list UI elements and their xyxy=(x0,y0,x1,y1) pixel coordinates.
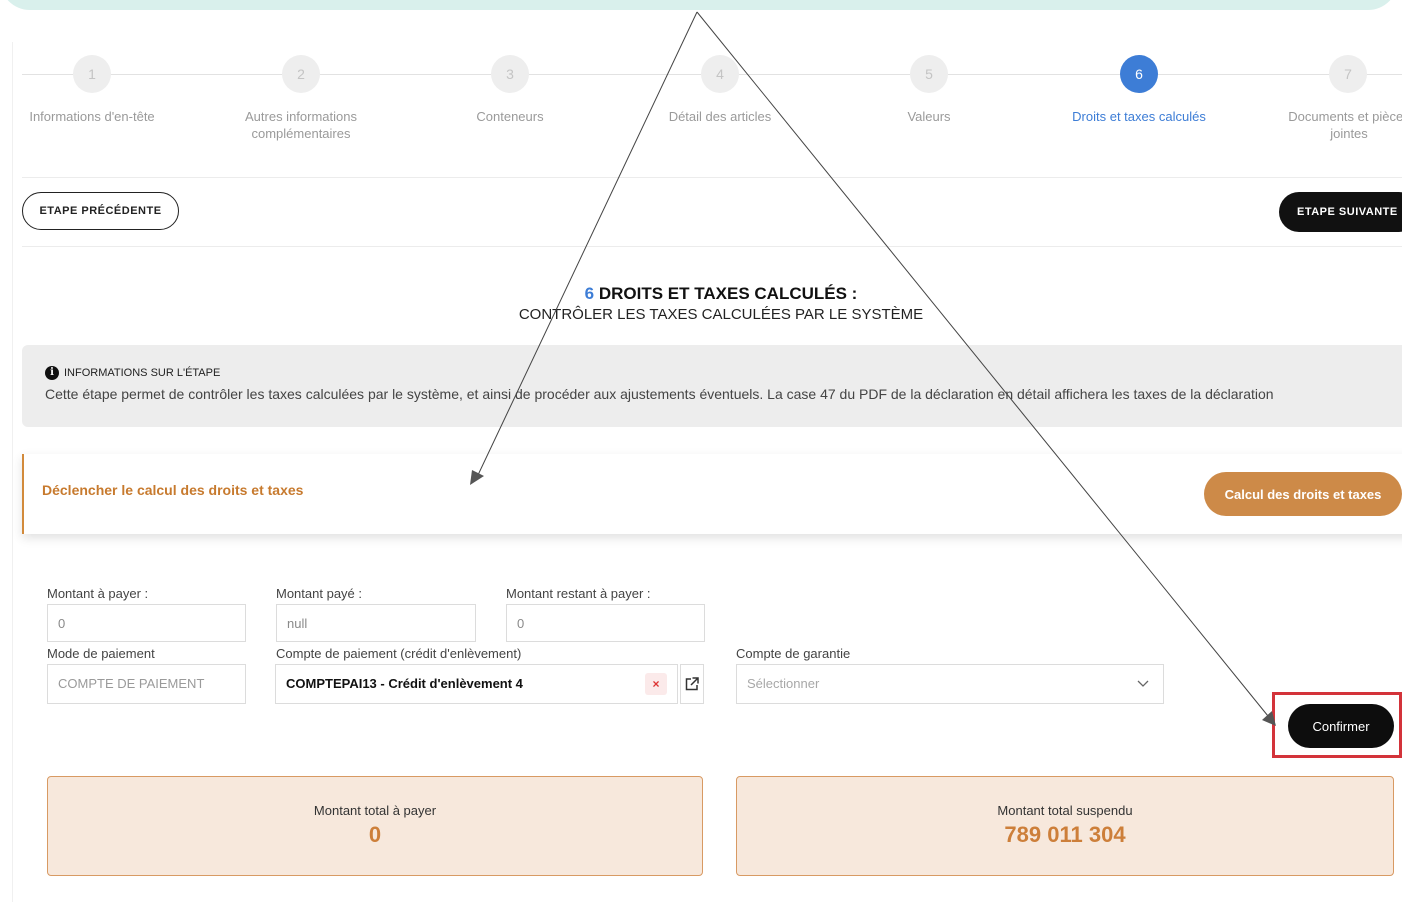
payment-account-label: Compte de paiement (crédit d'enlèvement) xyxy=(276,646,522,661)
step-number-badge: 6 xyxy=(584,284,595,303)
next-step-button[interactable]: ETAPE SUIVANTE xyxy=(1279,192,1402,232)
step-number: 2 xyxy=(282,55,320,93)
payment-account-value: COMPTEPAI13 - Crédit d'enlèvement 4 xyxy=(286,676,523,691)
step-6[interactable]: 6 Droits et taxes calculés xyxy=(1039,55,1239,125)
total-suspended-value: 789 011 304 xyxy=(1004,822,1126,847)
step-label: Autres informations complémentaires xyxy=(245,109,357,141)
previous-step-button[interactable]: ETAPE PRÉCÉDENTE xyxy=(22,192,179,230)
step-number: 1 xyxy=(73,55,111,93)
step-number: 7 xyxy=(1329,55,1367,93)
chevron-down-icon xyxy=(1137,665,1149,718)
step-5[interactable]: 5 Valeurs xyxy=(829,55,1029,125)
calculation-trigger-panel: Déclencher le calcul des droits et taxes… xyxy=(22,454,1402,534)
step-number: 4 xyxy=(701,55,739,93)
step-3[interactable]: 3 Conteneurs xyxy=(410,55,610,125)
step-label: Droits et taxes calculés xyxy=(1072,109,1206,124)
title-text: DROITS ET TAXES CALCULÉS : xyxy=(598,284,858,303)
remaining-amount-input[interactable]: 0 xyxy=(506,604,705,642)
info-heading-text: INFORMATIONS SUR L'ÉTAPE xyxy=(64,367,221,379)
step-number: 3 xyxy=(491,55,529,93)
info-heading: i INFORMATIONS SUR L'ÉTAPE xyxy=(45,366,220,380)
amount-paid-input[interactable]: null xyxy=(276,604,476,642)
page-title: 6 DROITS ET TAXES CALCULÉS : xyxy=(0,284,1402,304)
info-icon: i xyxy=(45,366,59,380)
payment-mode-label: Mode de paiement xyxy=(47,646,155,661)
payment-mode-input[interactable]: COMPTE DE PAIEMENT xyxy=(47,664,246,704)
amount-paid-label: Montant payé : xyxy=(276,586,362,601)
step-label: Informations d'en-tête xyxy=(29,109,155,124)
divider xyxy=(22,246,1402,247)
step-2[interactable]: 2 Autres informations complémentaires xyxy=(201,55,401,142)
amount-to-pay-label: Montant à payer : xyxy=(47,586,149,601)
total-to-pay-card: Montant total à payer 0 xyxy=(47,776,703,876)
payment-account-select[interactable]: COMPTEPAI13 - Crédit d'enlèvement 4 × xyxy=(275,664,678,704)
trigger-label: Déclencher le calcul des droits et taxes xyxy=(42,482,304,498)
total-suspended-label: Montant total suspendu xyxy=(997,803,1133,818)
step-label: Documents et pièces jointes xyxy=(1288,109,1402,141)
step-label: Détail des articles xyxy=(668,109,772,124)
total-to-pay-value: 0 xyxy=(368,822,382,847)
guarantee-account-label: Compte de garantie xyxy=(736,646,851,661)
step-number: 5 xyxy=(910,55,948,93)
total-suspended-card: Montant total suspendu 789 011 304 xyxy=(736,776,1394,876)
step-label: Conteneurs xyxy=(476,109,544,124)
remaining-amount-label: Montant restant à payer : xyxy=(506,586,651,601)
step-info-box: i INFORMATIONS SUR L'ÉTAPE Cette étape p… xyxy=(22,345,1402,427)
amount-to-pay-input[interactable]: 0 xyxy=(47,604,246,642)
step-label: Valeurs xyxy=(907,109,951,124)
top-banner xyxy=(0,0,1398,10)
step-4[interactable]: 4 Détail des articles xyxy=(620,55,820,125)
confirm-button[interactable]: Confirmer xyxy=(1288,704,1394,748)
clear-icon[interactable]: × xyxy=(645,673,667,695)
divider xyxy=(22,177,1402,178)
step-1[interactable]: 1 Informations d'en-tête xyxy=(0,55,192,125)
step-number: 6 xyxy=(1120,55,1158,93)
step-7[interactable]: 7 Documents et pièces jointes xyxy=(1248,55,1402,142)
external-link-icon[interactable] xyxy=(680,664,704,704)
calculate-taxes-button[interactable]: Calcul des droits et taxes xyxy=(1204,472,1402,516)
page-subtitle: CONTRÔLER LES TAXES CALCULÉES PAR LE SYS… xyxy=(518,306,924,323)
info-text: Cette étape permet de contrôler les taxe… xyxy=(45,386,1274,402)
total-to-pay-label: Montant total à payer xyxy=(313,803,437,818)
guarantee-placeholder: Sélectionner xyxy=(747,676,820,691)
guarantee-account-select[interactable]: Sélectionner xyxy=(736,664,1164,704)
